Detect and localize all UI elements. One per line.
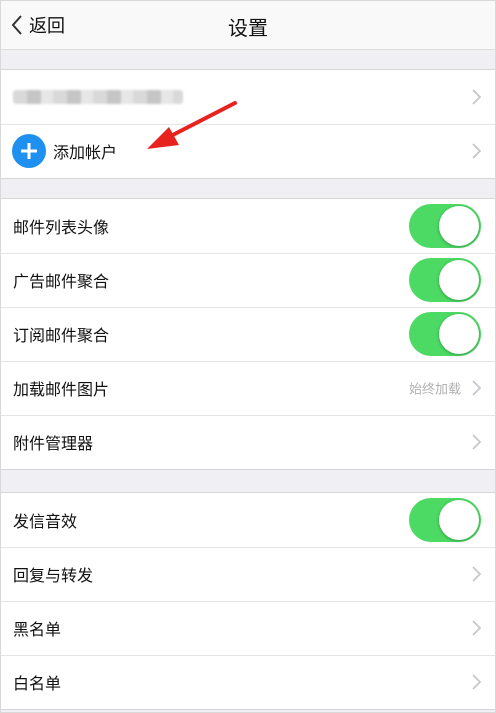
other-settings-group: 发信音效 回复与转发 黑名单 白名单 — [1, 492, 495, 710]
add-account-row[interactable]: 添加帐户 — [1, 124, 495, 178]
toggle-knob — [439, 500, 479, 540]
redacted-account-name — [13, 90, 183, 104]
send-sound-row: 发信音效 — [1, 493, 495, 547]
row-label: 订阅邮件聚合 — [13, 326, 110, 345]
subscription-mail-aggregate-toggle[interactable] — [409, 312, 481, 356]
row-label: 发信音效 — [13, 512, 78, 531]
chevron-right-icon — [472, 620, 481, 636]
navigation-bar: 返回 设置 — [1, 1, 495, 50]
chevron-right-icon — [472, 434, 481, 450]
row-label: 加载邮件图片 — [13, 380, 110, 399]
chevron-right-icon — [472, 674, 481, 690]
load-mail-images-row[interactable]: 加载邮件图片 始终加载 — [1, 361, 495, 415]
add-account-label: 添加帐户 — [53, 143, 118, 162]
send-sound-toggle[interactable] — [409, 498, 481, 542]
row-label: 广告邮件聚合 — [13, 272, 110, 291]
load-images-value: 始终加载 — [408, 382, 461, 398]
account-row[interactable] — [1, 70, 495, 124]
row-label: 黑名单 — [13, 620, 62, 639]
row-label: 回复与转发 — [13, 566, 94, 585]
toggle-knob — [439, 314, 479, 354]
blacklist-row[interactable]: 黑名单 — [1, 601, 495, 655]
whitelist-row[interactable]: 白名单 — [1, 655, 495, 709]
chevron-right-icon — [472, 380, 481, 396]
row-label: 白名单 — [13, 674, 62, 693]
row-label: 邮件列表头像 — [13, 218, 110, 237]
mail-list-avatar-row: 邮件列表头像 — [1, 199, 495, 253]
ad-mail-aggregate-toggle[interactable] — [409, 258, 481, 302]
settings-screen: 返回 设置 添加帐户 邮件列表头像 广告邮件聚合 订阅邮件聚合 加载邮件图片 始… — [0, 0, 496, 713]
plus-icon — [12, 134, 46, 168]
toggle-knob — [439, 206, 479, 246]
ad-mail-aggregate-row: 广告邮件聚合 — [1, 253, 495, 307]
chevron-right-icon — [472, 143, 481, 159]
subscription-mail-aggregate-row: 订阅邮件聚合 — [1, 307, 495, 361]
chevron-right-icon — [472, 566, 481, 582]
attachment-manager-row[interactable]: 附件管理器 — [1, 415, 495, 469]
chevron-right-icon — [472, 89, 481, 105]
reply-forward-row[interactable]: 回复与转发 — [1, 547, 495, 601]
mail-list-avatar-toggle[interactable] — [409, 204, 481, 248]
toggle-knob — [439, 260, 479, 300]
mail-settings-group: 邮件列表头像 广告邮件聚合 订阅邮件聚合 加载邮件图片 始终加载 附件管理器 — [1, 198, 495, 470]
row-label: 附件管理器 — [13, 434, 94, 453]
page-title: 设置 — [228, 16, 268, 40]
accounts-group: 添加帐户 — [1, 69, 495, 179]
